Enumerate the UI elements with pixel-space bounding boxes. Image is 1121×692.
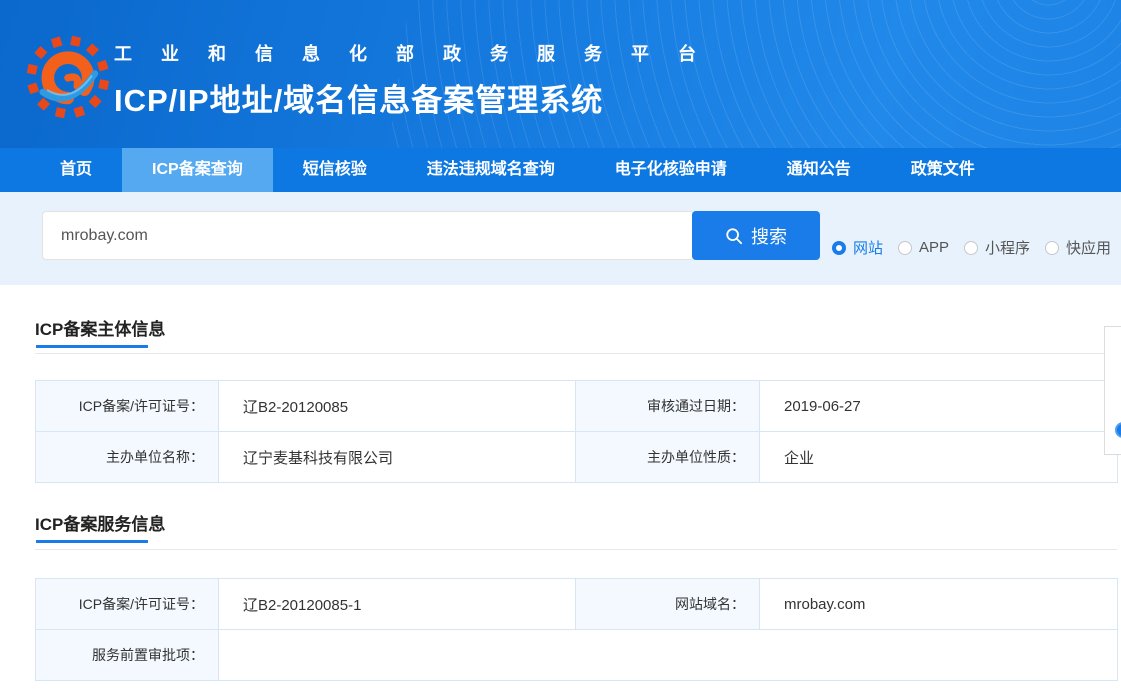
radio-website-circle [832,240,846,255]
section-title-underline [36,345,148,348]
field-label: 主办单位名称： [35,431,219,483]
search-section: 搜索 网站 APP 小程序 快应用 [0,192,1121,285]
field-value: 辽宁麦基科技有限公司 [218,431,576,483]
nav-item-announcements[interactable]: 通知公告 [757,148,881,192]
field-value: 2019-06-27 [759,380,1118,432]
radio-quick-app-circle [1045,240,1060,255]
table-row: 主办单位名称： 辽宁麦基科技有限公司 主办单位性质： 企业 [35,431,1118,483]
radio-website-label: 网站 [853,240,884,257]
section-title-service-info: ICP备案服务信息 [35,515,166,534]
field-value [218,629,1118,681]
header-banner: 工业和信息化部政务服务平台 ICP/IP地址/域名信息备案管理系统 [0,0,1121,148]
field-label: 网站域名： [575,578,760,630]
field-value: 辽B2-20120085-1 [218,578,576,630]
radio-quick-app-label: 快应用 [1066,240,1112,257]
radio-mini-program-circle [964,240,979,255]
search-input[interactable] [42,211,692,260]
field-label: 主办单位性质： [575,431,760,483]
field-label: 服务前置审批项： [35,629,219,681]
table-row: ICP备案/许可证号： 辽B2-20120085 审核通过日期： 2019-06… [35,380,1118,432]
service-info-table: ICP备案/许可证号： 辽B2-20120085-1 网站域名： mrobay.… [35,578,1118,681]
radio-app[interactable]: APP [898,239,949,256]
radio-mini-program[interactable]: 小程序 [964,237,1030,258]
section-divider [35,353,1117,354]
search-type-radio-group: 网站 APP 小程序 快应用 [832,237,1111,258]
nav-item-home[interactable]: 首页 [30,148,122,192]
field-label: ICP备案/许可证号： [35,380,219,432]
field-value: mrobay.com [759,578,1118,630]
nav-item-electronic-verification[interactable]: 电子化核验申请 [585,148,757,192]
nav-item-sms-verify[interactable]: 短信核验 [273,148,397,192]
subject-info-table: ICP备案/许可证号： 辽B2-20120085 审核通过日期： 2019-06… [35,380,1118,483]
radio-app-circle [898,240,913,255]
customer-service-icon[interactable] [1115,422,1121,438]
radio-app-label: APP [919,239,950,256]
floating-side-widget[interactable] [1104,326,1121,455]
nav-item-icp-query[interactable]: ICP备案查询 [122,148,273,192]
nav-item-illegal-domain-query[interactable]: 违法违规域名查询 [397,148,585,192]
field-label: ICP备案/许可证号： [35,578,219,630]
main-nav: 首页 ICP备案查询 短信核验 违法违规域名查询 电子化核验申请 通知公告 政策… [0,148,1121,192]
radio-quick-app[interactable]: 快应用 [1045,237,1111,258]
section-title-subject-info: ICP备案主体信息 [35,320,166,339]
ministry-subtitle: 工业和信息化部政务服务平台 [114,44,725,64]
search-button[interactable]: 搜索 [692,211,820,260]
nav-item-policy-documents[interactable]: 政策文件 [881,148,1005,192]
search-button-label: 搜索 [751,226,787,247]
field-value: 企业 [759,431,1118,483]
table-row: ICP备案/许可证号： 辽B2-20120085-1 网站域名： mrobay.… [35,578,1118,630]
field-label: 审核通过日期： [575,380,760,432]
field-value: 辽B2-20120085 [218,380,576,432]
section-divider [35,549,1117,550]
magnifier-icon [726,227,743,244]
miit-gear-e-logo[interactable] [26,34,110,120]
page-title: ICP/IP地址/域名信息备案管理系统 [114,83,604,118]
section-title-underline [36,540,148,543]
radio-website[interactable]: 网站 [832,237,883,258]
table-row: 服务前置审批项： [35,629,1118,681]
radio-mini-program-label: 小程序 [985,240,1031,257]
